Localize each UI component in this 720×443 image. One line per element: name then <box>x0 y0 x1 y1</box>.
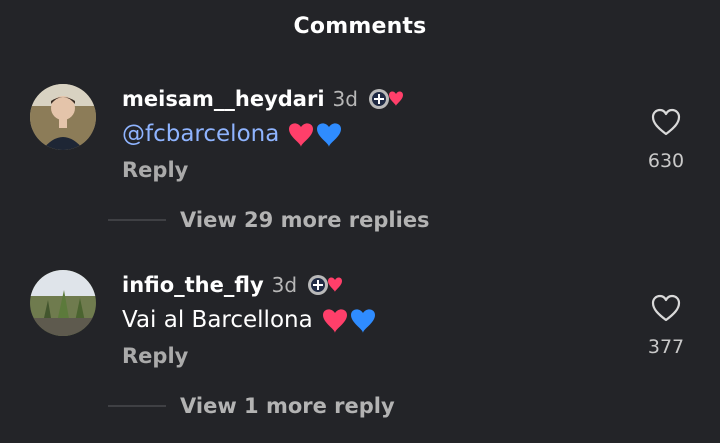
like-count: 630 <box>647 150 685 172</box>
view-replies-label: View 29 more replies <box>180 208 430 232</box>
comment-text: Vai al Barcellona <box>122 304 381 336</box>
club-badge-heart-icon <box>308 275 343 295</box>
avatar[interactable] <box>30 84 96 150</box>
hearts-emoji-icon <box>289 123 342 147</box>
timestamp: 3d <box>332 87 358 111</box>
comment-meta: infio_the_fly 3d <box>122 270 349 300</box>
like-count: 377 <box>647 336 685 358</box>
avatar[interactable] <box>30 270 96 336</box>
username[interactable]: meisam__heydari <box>122 87 325 111</box>
like-area: 630 <box>636 108 696 188</box>
heart-icon[interactable] <box>650 108 682 138</box>
view-replies-button[interactable]: View 29 more replies <box>108 208 430 232</box>
comment-meta: meisam__heydari 3d <box>122 84 410 114</box>
username[interactable]: infio_the_fly <box>122 273 264 297</box>
replies-divider <box>108 405 166 407</box>
mention-link[interactable]: @fcbarcelona <box>122 121 279 147</box>
timestamp: 3d <box>271 273 298 297</box>
view-replies-button[interactable]: View 1 more reply <box>108 394 395 418</box>
comment-text: @fcbarcelona <box>122 118 347 150</box>
club-badge-heart-icon <box>368 89 403 109</box>
replies-divider <box>108 219 166 221</box>
comment-body: Vai al Barcellona <box>122 307 313 333</box>
view-replies-label: View 1 more reply <box>180 394 395 418</box>
like-area: 377 <box>636 294 696 374</box>
comments-header: Comments <box>0 0 720 52</box>
hearts-emoji-icon <box>322 309 375 333</box>
reply-button[interactable]: Reply <box>122 344 188 368</box>
heart-icon[interactable] <box>650 294 682 324</box>
reply-button[interactable]: Reply <box>122 158 188 182</box>
page-title: Comments <box>293 13 427 39</box>
